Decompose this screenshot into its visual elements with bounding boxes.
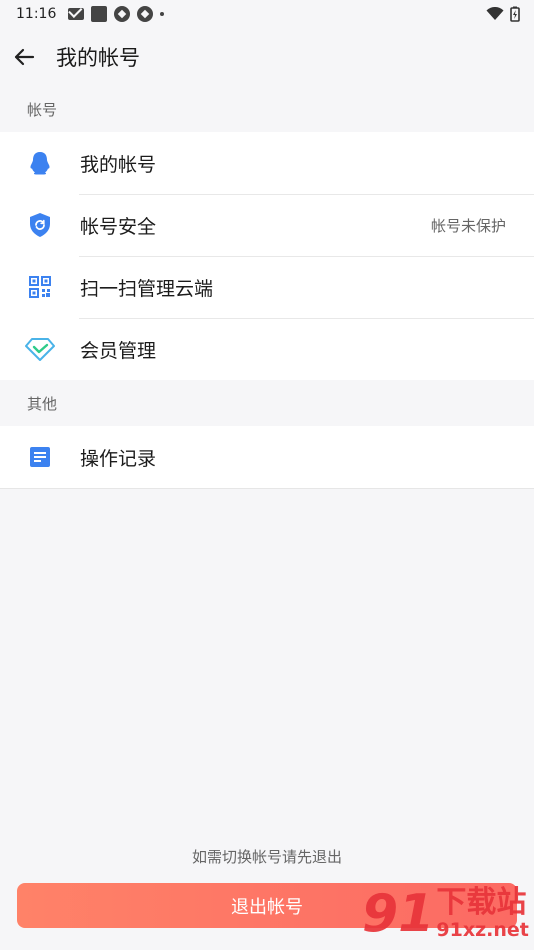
aperture-icon (114, 6, 131, 22)
row-scan-manage-cloud[interactable]: 扫一扫管理云端 (0, 256, 534, 318)
row-label: 我的帐号 (80, 153, 157, 176)
back-button[interactable] (10, 43, 38, 71)
row-my-account[interactable]: 我的帐号 (0, 132, 534, 194)
status-time: 11:16 (16, 6, 57, 22)
row-label: 操作记录 (80, 447, 157, 470)
account-group: 我的帐号 帐号安全 帐号未保护 扫一扫管理云端 会员管理 (0, 132, 534, 380)
qrcode-icon (0, 276, 80, 298)
section-label-other: 其他 (27, 394, 58, 413)
watermark-number: 91 (362, 884, 435, 944)
watermark-cn: 下载站 (436, 885, 527, 920)
wifi-icon (486, 7, 504, 20)
penguin-icon (0, 150, 80, 176)
row-operation-log[interactable]: 操作记录 (0, 426, 534, 488)
row-label: 扫一扫管理云端 (80, 277, 214, 300)
notification-icons (68, 6, 165, 22)
security-status-text: 帐号未保护 (430, 216, 506, 235)
document-icon (0, 446, 80, 468)
more-notifications-dot (160, 12, 165, 16)
arrow-left-icon (14, 48, 35, 66)
app-bar: 我的帐号 (0, 28, 534, 86)
battery-icon (510, 6, 520, 22)
mail-icon (68, 8, 85, 20)
watermark-logo: 91 下载站 91xz.net (362, 884, 529, 944)
row-label: 帐号安全 (80, 215, 157, 238)
page-title: 我的帐号 (56, 46, 140, 70)
aperture-icon-2 (137, 6, 154, 22)
shield-icon (0, 212, 80, 238)
row-member-management[interactable]: 会员管理 (0, 318, 534, 380)
switch-account-hint: 如需切换帐号请先退出 (191, 848, 342, 866)
row-label: 会员管理 (80, 339, 157, 362)
status-bar: 11:16 (0, 0, 534, 28)
app-notification-icon (91, 6, 108, 22)
diamond-icon (0, 337, 80, 361)
other-group: 操作记录 (0, 426, 534, 489)
row-account-security[interactable]: 帐号安全 帐号未保护 (0, 194, 534, 256)
section-label-account: 帐号 (27, 100, 58, 119)
watermark-en: 91xz.net (436, 919, 529, 941)
